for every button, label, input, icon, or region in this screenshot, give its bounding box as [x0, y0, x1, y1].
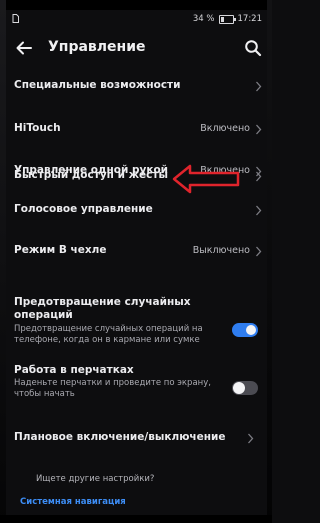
- glove-mode-toggle[interactable]: [232, 381, 258, 395]
- list-item-hitouch[interactable]: HiTouch Включено: [14, 122, 264, 135]
- clock: 17:21: [237, 14, 263, 24]
- chevron-right-icon: [256, 205, 262, 216]
- chevron-right-icon: [248, 433, 254, 444]
- chevron-right-icon: [256, 171, 262, 182]
- item-description: Предотвращение случайных операций на тел…: [14, 324, 203, 345]
- bezel-right: [267, 0, 272, 523]
- red-arrow-annotation: [172, 164, 240, 194]
- item-label: Плановое включение/выключение: [14, 431, 226, 443]
- list-item-scheduled-power[interactable]: Плановое включение/выключение: [14, 431, 264, 444]
- item-label: Специальные возможности: [14, 79, 181, 91]
- item-label: Предотвращение случайных операций: [14, 296, 191, 321]
- item-value: Включено: [200, 123, 250, 134]
- search-icon[interactable]: [244, 39, 262, 57]
- footer-question: Ищете другие настройки?: [36, 474, 155, 484]
- list-item-voice[interactable]: Голосовое управление: [14, 203, 264, 216]
- item-value: Выключено: [192, 245, 250, 256]
- bezel-top: [0, 0, 272, 10]
- arrow-left-icon[interactable]: [14, 38, 34, 58]
- sim-card-icon: [12, 14, 19, 26]
- list-item-accidental-ops: Предотвращение случайных операций Предот…: [14, 296, 224, 346]
- bezel-bottom: [0, 515, 272, 523]
- accidental-ops-toggle[interactable]: [232, 323, 258, 337]
- chevron-right-icon: [256, 124, 262, 135]
- item-label: Голосовое управление: [14, 203, 153, 215]
- status-bar: 34 % 17:21: [10, 14, 262, 28]
- list-item-cover-mode[interactable]: Режим В чехле Выключено: [14, 244, 264, 257]
- toggle-knob: [246, 325, 256, 335]
- list-item-accessibility[interactable]: Специальные возможности: [14, 79, 264, 92]
- toggle-knob: [233, 382, 245, 394]
- system-navigation-link[interactable]: Системная навигация: [20, 497, 126, 507]
- page-title: Управление: [48, 39, 146, 55]
- battery-icon: [218, 14, 236, 24]
- chevron-right-icon: [256, 81, 262, 92]
- list-item-glove-mode: Работа в перчатках Наденьте перчатки и п…: [14, 364, 224, 400]
- battery-percent: 34 %: [192, 14, 215, 24]
- item-label: Работа в перчатках: [14, 364, 134, 376]
- bezel-left: [0, 0, 6, 523]
- chevron-right-icon: [256, 246, 262, 257]
- item-description: Наденьте перчатки и проведите по экрану,…: [14, 378, 211, 399]
- app-bar: Управление: [12, 36, 262, 60]
